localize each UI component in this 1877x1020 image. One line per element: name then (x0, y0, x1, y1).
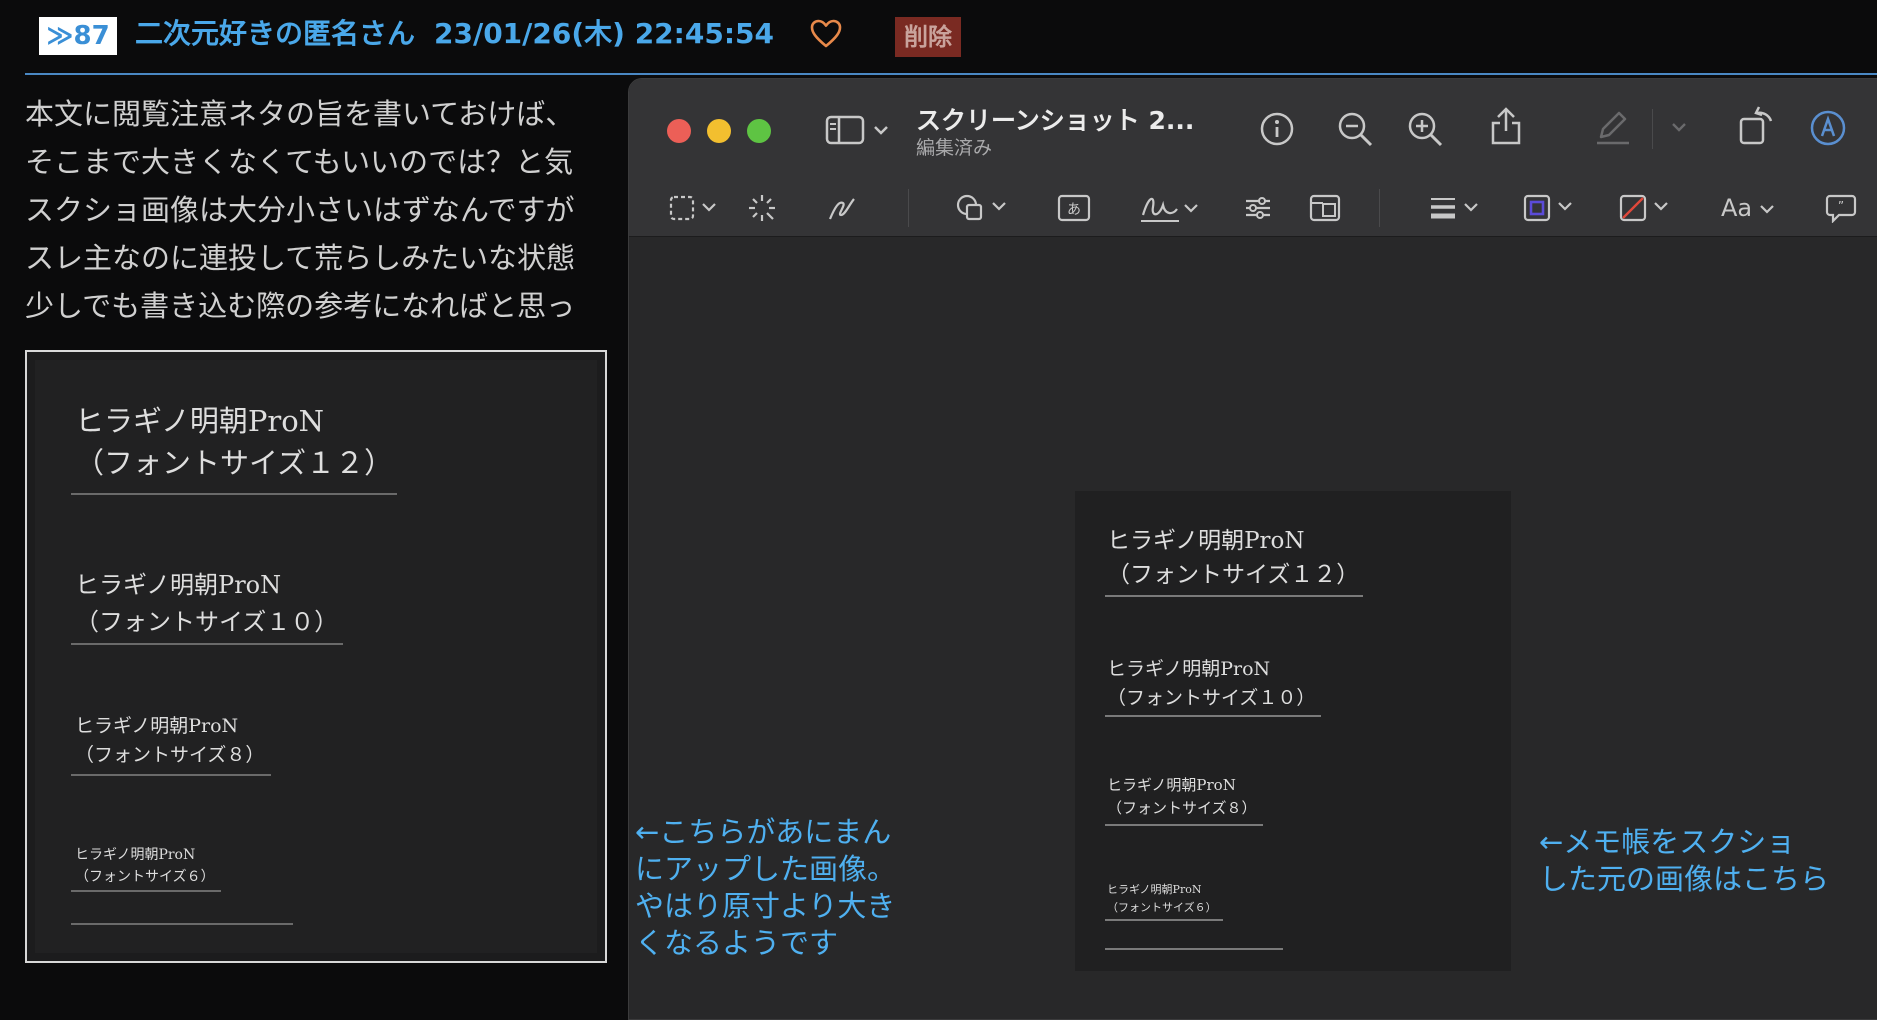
sample-underline (1105, 919, 1223, 921)
title-bar[interactable]: スクリーンショット 2... 編集済み (629, 79, 1877, 179)
annotation-left: ←こちらがあにまん にアップした画像。 やはり原寸より大き くなるようです (635, 814, 896, 962)
window-subtitle: 編集済み (916, 137, 993, 159)
sample-underline (71, 890, 221, 892)
sidebar-toggle-icon[interactable] (825, 113, 895, 147)
sample-size-6: （フォントサイズ６） (75, 869, 215, 885)
sample-font-name: ヒラギノ明朝ProN (1107, 883, 1202, 896)
sample-font-name: ヒラギノ明朝ProN (75, 847, 196, 863)
window-title: スクリーンショット 2... (916, 106, 1195, 135)
adjust-color-icon[interactable] (1243, 193, 1273, 223)
sample-font-name: ヒラギノ明朝ProN (75, 404, 325, 438)
text-style-button[interactable]: Aa (1721, 193, 1752, 223)
zoom-window-button[interactable] (747, 119, 771, 143)
annotation-line: やはり原寸より大き (635, 889, 896, 923)
sketch-icon[interactable] (827, 193, 857, 223)
share-icon[interactable] (1489, 105, 1523, 147)
poster-name: 二次元好きの匿名さん (135, 17, 416, 50)
sample-size-8: （フォントサイズ８） (1107, 799, 1257, 817)
document-canvas[interactable]: ヒラギノ明朝ProN （フォントサイズ１２） ヒラギノ明朝ProN （フォントサ… (1075, 491, 1511, 971)
speech-bubble-icon[interactable]: ” (1825, 193, 1857, 223)
rotate-icon[interactable] (1737, 105, 1777, 147)
sample-underline (71, 643, 343, 645)
annotation-line: にアップした画像。 (635, 852, 897, 886)
sample-underline (1105, 948, 1283, 950)
sample-underline (1105, 715, 1321, 717)
annotation-line: ←こちらがあにまん (635, 815, 892, 849)
markup-toolbar: あ Aa ” (629, 179, 1877, 237)
delete-button[interactable]: 削除 (895, 17, 961, 57)
zoom-in-icon[interactable] (1407, 111, 1445, 149)
post-body-line: 本文に閲覧注意ネタの旨を書いておけば、 (25, 97, 575, 131)
sample-underline (71, 493, 397, 495)
header-divider (25, 73, 1877, 75)
border-color-icon[interactable] (1523, 193, 1579, 223)
signature-icon[interactable] (1139, 191, 1201, 225)
sample-underline (1105, 824, 1263, 826)
sample-size-10: （フォントサイズ１０） (75, 608, 339, 636)
toolbar-divider (908, 189, 909, 227)
annotation-right: ←メモ帳をスクショ した元の画像はこちら (1539, 824, 1829, 898)
annotation-line: した元の画像はこちら (1539, 862, 1830, 896)
sample-font-name: ヒラギノ明朝ProN (1107, 528, 1305, 554)
toolbar-divider (1652, 109, 1653, 149)
line-style-icon[interactable] (1429, 195, 1485, 221)
info-icon[interactable] (1259, 111, 1295, 147)
sample-size-12: （フォントサイズ１２） (75, 446, 394, 480)
attached-image[interactable]: ヒラギノ明朝ProN （フォントサイズ１２） ヒラギノ明朝ProN （フォントサ… (25, 350, 607, 963)
fill-color-icon[interactable] (1619, 193, 1675, 223)
text-style-label: Aa (1721, 194, 1753, 222)
sample-underline (1105, 595, 1363, 597)
post-body-line: そこまで大きくなくてもいいのでは？と気 (25, 145, 574, 179)
highlight-pen-icon[interactable] (1593, 107, 1633, 147)
sample-size-8: （フォントサイズ８） (75, 744, 265, 766)
heart-icon[interactable] (810, 18, 842, 50)
chevron-down-icon[interactable] (1671, 121, 1687, 133)
markup-icon[interactable] (1809, 109, 1847, 147)
instant-alpha-icon[interactable] (747, 193, 777, 223)
post-body-line: 少しでも書き込む際の参考になればと思っ (25, 289, 576, 323)
sample-underline (71, 774, 271, 776)
reply-number-link[interactable]: ≫87 (39, 17, 117, 55)
attached-image-content: ヒラギノ明朝ProN （フォントサイズ１２） ヒラギノ明朝ProN （フォントサ… (35, 360, 597, 953)
sample-size-6: （フォントサイズ６） (1107, 901, 1217, 914)
sample-size-10: （フォントサイズ１０） (1107, 687, 1316, 709)
toolbar-divider (1379, 189, 1380, 227)
sample-size-12: （フォントサイズ１２） (1107, 562, 1360, 588)
text-box-icon[interactable]: あ (1057, 193, 1091, 223)
post-header: ≫87 二次元好きの匿名さん 23/01/26(木) 22:45:54 削除 (0, 0, 1877, 75)
svg-text:”: ” (1838, 199, 1844, 213)
sample-font-name: ヒラギノ明朝ProN (1107, 776, 1236, 794)
shapes-icon[interactable] (955, 193, 1011, 223)
close-window-button[interactable] (667, 119, 691, 143)
post-body-line: スクショ画像は大分小さいはずなんですが (25, 193, 575, 227)
post-body-line: スレ主なのに連投して荒らしみたいな状態 (25, 241, 576, 275)
svg-text:あ: あ (1067, 202, 1081, 218)
sample-font-name: ヒラギノ明朝ProN (75, 571, 282, 599)
preview-window: スクリーンショット 2... 編集済み あ Aa ” ヒラギノ明朝ProN （フ… (628, 78, 1877, 1020)
chevron-down-icon[interactable] (1759, 203, 1775, 215)
sample-underline (71, 923, 293, 925)
annotation-line: くなるようです (635, 926, 839, 960)
adjust-size-icon[interactable] (1309, 193, 1341, 223)
sample-font-name: ヒラギノ明朝ProN (75, 715, 239, 737)
annotation-line: ←メモ帳をスクショ (1539, 825, 1796, 859)
rect-selection-icon[interactable] (669, 195, 719, 221)
post-body: 本文に閲覧注意ネタの旨を書いておけば、 そこまで大きくなくてもいいのでは？と気 … (25, 90, 635, 330)
post-date: 23/01/26(木) 22:45:54 (434, 17, 774, 50)
sample-font-name: ヒラギノ明朝ProN (1107, 658, 1271, 680)
minimize-window-button[interactable] (707, 119, 731, 143)
zoom-out-icon[interactable] (1337, 111, 1375, 149)
